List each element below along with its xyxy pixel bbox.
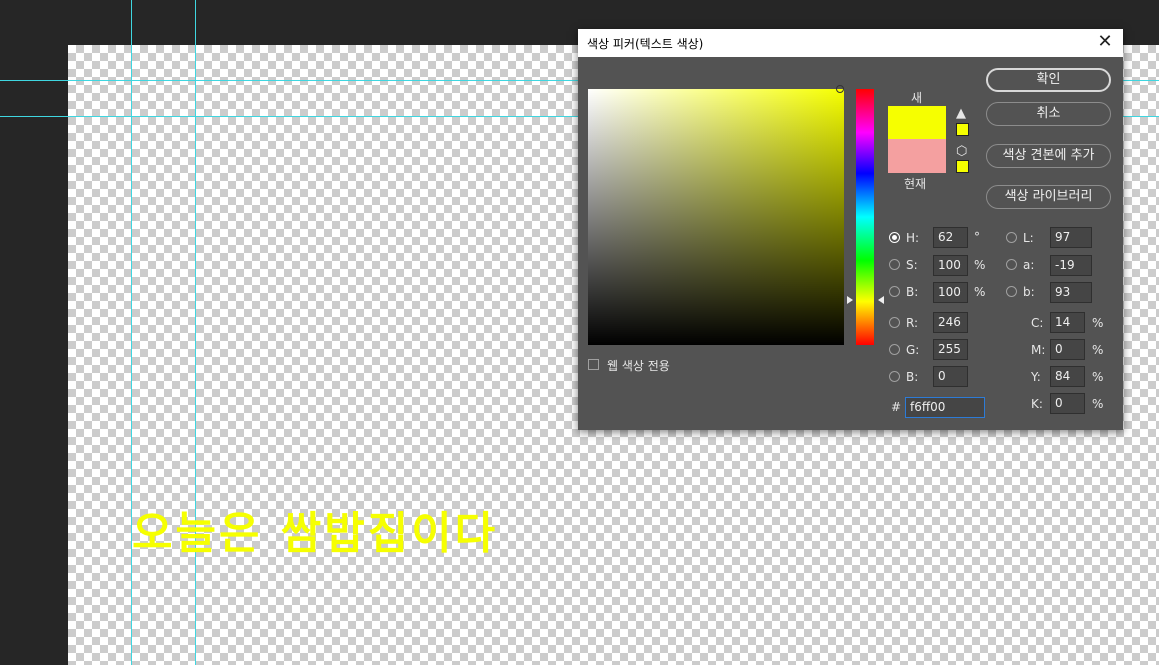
a-label: a: xyxy=(1023,258,1035,272)
l-input[interactable]: 97 xyxy=(1050,227,1092,248)
current-color-label: 현재 xyxy=(904,177,927,191)
m-input[interactable]: 0 xyxy=(1050,339,1085,360)
cancel-button[interactable]: 취소 xyxy=(986,102,1111,126)
new-color-swatch xyxy=(888,106,946,139)
lab-b-label: b: xyxy=(1023,285,1035,299)
r-label: R: xyxy=(906,316,919,330)
b-label: B: xyxy=(906,285,919,299)
h-unit: ° xyxy=(974,230,980,244)
hue-slider[interactable] xyxy=(856,89,874,345)
y-label: Y: xyxy=(1031,370,1041,384)
b-input[interactable]: 100 xyxy=(933,282,968,303)
b-unit: % xyxy=(974,285,986,299)
web-colors-only-checkbox[interactable] xyxy=(588,359,599,370)
y-unit: % xyxy=(1092,370,1104,384)
m-label: M: xyxy=(1031,343,1046,357)
h-label: H: xyxy=(906,231,920,245)
out-of-gamut-warning-icon[interactable]: ▲ xyxy=(956,106,966,121)
rgb-b-label: B: xyxy=(906,370,919,384)
guide-vertical-1 xyxy=(131,0,132,665)
color-picker-marker[interactable] xyxy=(836,85,844,93)
hex-input[interactable]: f6ff00 xyxy=(905,397,985,418)
color-picker-dialog: 색상 피커(텍스트 색상) ✕ 새 현재 ▲ ⬡ 확인 취소 색상 견본에 추가… xyxy=(578,29,1123,430)
g-label: G: xyxy=(906,343,920,357)
add-to-swatches-button[interactable]: 색상 견본에 추가 xyxy=(986,144,1111,168)
s-unit: % xyxy=(974,258,986,272)
canvas-text-layer[interactable]: 오늘은 쌈밥집이다 xyxy=(132,497,498,561)
a-input[interactable]: -19 xyxy=(1050,255,1092,276)
k-unit: % xyxy=(1092,397,1104,411)
web-colors-only-label[interactable]: 웹 색상 전용 xyxy=(607,357,670,374)
saturation-brightness-field[interactable] xyxy=(588,89,844,345)
web-safe-correction-swatch[interactable] xyxy=(956,160,969,173)
guide-vertical-2 xyxy=(195,0,196,665)
c-label: C: xyxy=(1031,316,1044,330)
h-input[interactable]: 62 xyxy=(933,227,968,248)
dialog-title: 색상 피커(텍스트 색상) xyxy=(587,37,704,51)
hue-slider-left-arrow-icon[interactable] xyxy=(847,296,853,304)
gamut-correction-swatch[interactable] xyxy=(956,123,969,136)
new-color-label: 새 xyxy=(911,91,923,105)
k-label: K: xyxy=(1031,397,1043,411)
hex-label: # xyxy=(891,400,902,414)
c-unit: % xyxy=(1092,316,1104,330)
lab-b-input[interactable]: 93 xyxy=(1050,282,1092,303)
radio-l[interactable] xyxy=(1006,232,1017,243)
l-label: L: xyxy=(1023,231,1034,245)
s-input[interactable]: 100 xyxy=(933,255,968,276)
hue-slider-right-arrow-icon[interactable] xyxy=(878,296,884,304)
r-input[interactable]: 246 xyxy=(933,312,968,333)
m-unit: % xyxy=(1092,343,1104,357)
close-icon[interactable]: ✕ xyxy=(1095,31,1115,53)
rgb-b-input[interactable]: 0 xyxy=(933,366,968,387)
radio-g[interactable] xyxy=(889,344,900,355)
y-input[interactable]: 84 xyxy=(1050,366,1085,387)
radio-s[interactable] xyxy=(889,259,900,270)
s-label: S: xyxy=(906,258,918,272)
radio-lab-b[interactable] xyxy=(1006,286,1017,297)
radio-a[interactable] xyxy=(1006,259,1017,270)
radio-h[interactable] xyxy=(889,232,900,243)
ok-button[interactable]: 확인 xyxy=(986,68,1111,92)
radio-rgb-b[interactable] xyxy=(889,371,900,382)
radio-r[interactable] xyxy=(889,317,900,328)
k-input[interactable]: 0 xyxy=(1050,393,1085,414)
radio-b[interactable] xyxy=(889,286,900,297)
color-libraries-button[interactable]: 색상 라이브러리 xyxy=(986,185,1111,209)
web-safe-cube-icon[interactable]: ⬡ xyxy=(956,144,967,159)
g-input[interactable]: 255 xyxy=(933,339,968,360)
dialog-titlebar[interactable]: 색상 피커(텍스트 색상) ✕ xyxy=(578,29,1123,57)
c-input[interactable]: 14 xyxy=(1050,312,1085,333)
current-color-swatch[interactable] xyxy=(888,139,946,173)
